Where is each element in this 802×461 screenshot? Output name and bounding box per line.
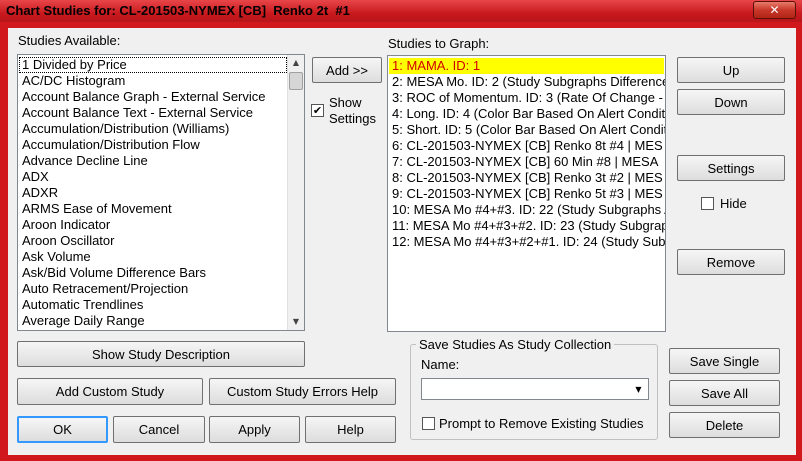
show-settings-label-line2: Settings <box>329 111 376 126</box>
collection-name-label: Name: <box>421 357 460 372</box>
list-item[interactable]: 8: CL-201503-NYMEX [CB] Renko 3t #2 | ME… <box>389 170 664 186</box>
save-single-button[interactable]: Save Single <box>669 348 780 374</box>
close-icon: ✕ <box>769 3 780 17</box>
ok-button[interactable]: OK <box>17 416 108 443</box>
studies-to-graph-list[interactable]: 1: MAMA. ID: 1 2: MESA Mo. ID: 2 (Study S… <box>387 55 666 332</box>
list-item[interactable]: Aroon Indicator <box>19 217 287 233</box>
list-item[interactable]: 2: MESA Mo. ID: 2 (Study Subgraphs Diffe… <box>389 74 665 90</box>
list-item[interactable]: Automatic Trendlines <box>19 297 287 313</box>
title-bar[interactable]: Chart Studies for: CL-201503-NYMEX [CB] … <box>0 0 802 22</box>
list-item[interactable]: Advance Decline Line <box>19 153 287 169</box>
list-item[interactable]: 11: MESA Mo #4+#3+#2. ID: 23 (Study Subg… <box>389 218 665 234</box>
down-button[interactable]: Down <box>677 89 785 115</box>
list-item[interactable]: Average Daily Range <box>19 313 287 329</box>
list-item[interactable]: Account Balance Graph - External Service <box>19 89 287 105</box>
chart-studies-window: Chart Studies for: CL-201503-NYMEX [CB] … <box>0 0 802 461</box>
custom-study-errors-help-button[interactable]: Custom Study Errors Help <box>209 378 396 405</box>
list-item[interactable]: ADXR <box>19 185 287 201</box>
show-settings-label-line1: Show <box>329 95 362 110</box>
studies-available-label: Studies Available: <box>18 33 121 48</box>
list-item[interactable]: 9: CL-201503-NYMEX [CB] Renko 5t #3 | ME… <box>389 186 664 202</box>
close-button[interactable]: ✕ <box>753 1 796 19</box>
prompt-remove-checkbox[interactable] <box>422 417 435 430</box>
checkmark-icon: ✔ <box>312 104 323 117</box>
list-item[interactable]: Auto Retracement/Projection <box>19 281 287 297</box>
settings-button[interactable]: Settings <box>677 155 785 181</box>
list-item[interactable]: 12: MESA Mo #4+#3+#2+#1. ID: 24 (Study S… <box>389 234 665 250</box>
show-study-description-button[interactable]: Show Study Description <box>17 341 305 367</box>
list-item[interactable]: 3: ROC of Momentum. ID: 3 (Rate Of Chang… <box>389 90 665 106</box>
scroll-thumb[interactable] <box>289 72 303 90</box>
list-item[interactable]: 10: MESA Mo #4+#3. ID: 22 (Study Subgrap… <box>389 202 665 218</box>
apply-button[interactable]: Apply <box>209 416 300 443</box>
help-button[interactable]: Help <box>305 416 396 443</box>
remove-button[interactable]: Remove <box>677 249 785 275</box>
hide-label: Hide <box>720 196 747 211</box>
list-item[interactable]: 1: MAMA. ID: 1 <box>389 58 664 74</box>
list-item[interactable]: Aroon Oscillator <box>19 233 287 249</box>
show-settings-label: Show Settings <box>329 95 376 127</box>
chevron-down-icon[interactable]: ▼ <box>630 380 647 398</box>
delete-button[interactable]: Delete <box>669 412 780 438</box>
available-scrollbar[interactable]: ▲ ▼ <box>287 55 304 330</box>
list-item[interactable]: 7: CL-201503-NYMEX [CB] 60 Min #8 | MESA <box>389 154 664 170</box>
show-settings-checkbox[interactable]: ✔ <box>311 104 324 117</box>
window-title: Chart Studies for: CL-201503-NYMEX [CB] … <box>6 3 350 18</box>
up-button[interactable]: Up <box>677 57 785 83</box>
cancel-button[interactable]: Cancel <box>113 416 205 443</box>
list-item[interactable]: Accumulation/Distribution Flow <box>19 137 287 153</box>
list-item[interactable]: ARMS Ease of Movement <box>19 201 287 217</box>
add-button[interactable]: Add >> <box>312 57 382 83</box>
save-all-button[interactable]: Save All <box>669 380 780 406</box>
studies-to-graph-label: Studies to Graph: <box>388 36 490 51</box>
list-item[interactable]: AC/DC Histogram <box>19 73 287 89</box>
list-item[interactable]: 4: Long. ID: 4 (Color Bar Based On Alert… <box>389 106 665 122</box>
list-item[interactable]: 6: CL-201503-NYMEX [CB] Renko 8t #4 | ME… <box>389 138 664 154</box>
prompt-remove-label: Prompt to Remove Existing Studies <box>439 416 644 431</box>
list-item[interactable]: Ask/Bid Volume Difference Bars <box>19 265 287 281</box>
hide-checkbox[interactable] <box>701 197 714 210</box>
list-item[interactable]: Accumulation/Distribution (Williams) <box>19 121 287 137</box>
list-item[interactable]: Ask Volume <box>19 249 287 265</box>
list-item[interactable]: 5: Short. ID: 5 (Color Bar Based On Aler… <box>389 122 665 138</box>
collection-name-combobox[interactable]: ▼ <box>421 378 649 400</box>
scroll-up-icon[interactable]: ▲ <box>288 55 304 71</box>
scroll-down-icon[interactable]: ▼ <box>288 314 304 330</box>
studies-available-list[interactable]: 1 Divided by Price AC/DC Histogram Account… <box>17 54 305 331</box>
list-item[interactable]: ADX <box>19 169 287 185</box>
list-item[interactable]: Account Balance Text - External Service <box>19 105 287 121</box>
list-item[interactable]: 1 Divided by Price <box>19 57 287 73</box>
study-collection-group-title: Save Studies As Study Collection <box>416 337 615 352</box>
add-custom-study-button[interactable]: Add Custom Study <box>17 378 203 405</box>
